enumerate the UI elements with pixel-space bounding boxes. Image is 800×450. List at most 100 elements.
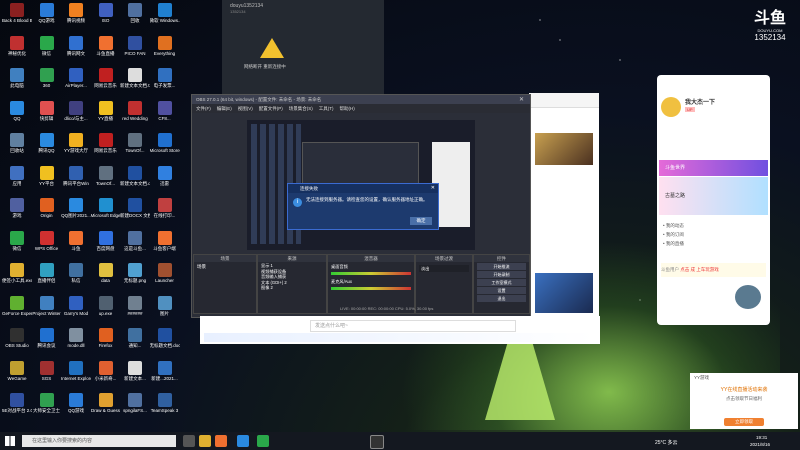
desktop-icon[interactable]: Back 4 Blood Beta <box>2 3 32 31</box>
desktop-icon[interactable]: 回收站 <box>2 133 32 161</box>
desktop-icon[interactable]: 私信 <box>61 263 91 291</box>
desktop-icon[interactable]: 5E对战平台 2.0 <box>2 393 32 421</box>
desktop-icon[interactable]: 微信 <box>2 230 32 259</box>
wechat-icon[interactable] <box>257 435 269 447</box>
desktop-icon[interactable]: AirPlayer... <box>61 68 91 96</box>
desktop-icon[interactable]: 通知... <box>120 328 150 356</box>
desktop-icon[interactable]: 网易云音乐 <box>91 68 121 96</box>
scene-item[interactable]: 场景 <box>194 262 256 272</box>
obs-menu-item[interactable]: 帮助(H) <box>340 106 355 111</box>
obs-menu-item[interactable]: 视图(V) <box>238 106 253 111</box>
desktop-icon[interactable]: 在线打印... <box>150 198 180 226</box>
desktop-icon[interactable]: 神秘优化 <box>2 35 32 64</box>
desktop-icon[interactable]: 无标题文档.docx <box>150 328 180 356</box>
desktop-icon[interactable]: 图片 <box>150 295 180 324</box>
desktop-icon[interactable]: 此电脑 <box>2 68 32 96</box>
desktop-icon[interactable]: QQ图片2021... <box>61 198 91 226</box>
obs-taskbar-icon[interactable] <box>370 435 384 449</box>
edge-icon[interactable] <box>237 435 249 447</box>
banner-1[interactable]: 斗鱼世界 <box>659 160 768 176</box>
desktop-icon[interactable]: CF8... <box>150 100 180 129</box>
desktop-icon[interactable]: dlico/与主... <box>61 100 91 129</box>
desktop-icon[interactable]: 腾讯会议 <box>32 328 62 356</box>
desktop-icon[interactable]: 微信 <box>32 35 62 64</box>
desktop-icon[interactable]: 直播伴侣 <box>32 263 62 291</box>
desktop-icon[interactable]: 新建...2021... <box>150 360 180 389</box>
obs-menu-item[interactable]: 场景集合(S) <box>289 106 313 111</box>
desktop-icon[interactable]: 微软 Windows... <box>150 3 180 31</box>
banner-2[interactable]: 古墓之路 <box>659 177 768 215</box>
desktop-icon[interactable]: ###### <box>120 295 150 324</box>
desktop-icon[interactable]: 新建DOCX 文档.docx <box>120 198 150 226</box>
desktop-icon[interactable]: 电子发票... <box>150 68 180 96</box>
desktop-icon[interactable]: QQ游戏 <box>32 3 62 31</box>
source-item[interactable]: 图像 2 <box>261 285 323 291</box>
start-button[interactable] <box>5 436 15 446</box>
desktop-icon[interactable]: 便签小工具.exe <box>2 263 32 291</box>
desktop-icon[interactable]: OBS Studio <box>2 328 32 356</box>
obs-menu-item[interactable]: 文件(F) <box>196 106 211 111</box>
desktop-icon[interactable]: 新建文本文档.txt <box>120 68 150 96</box>
desktop-icon[interactable]: Garry's Mod <box>61 295 91 324</box>
desktop-icon[interactable]: 腾讯视频 <box>61 3 91 31</box>
error-dialog-ok-button[interactable]: 确定 <box>410 217 432 225</box>
chat-input[interactable]: 发送点什么吧~ <box>310 320 516 332</box>
desktop-icon[interactable]: 回收 <box>120 3 150 31</box>
desktop-icon[interactable]: ISO <box>91 3 121 31</box>
desktop-icon[interactable]: Draw & Guess <box>91 393 121 421</box>
desktop-icon[interactable]: SGS <box>32 360 62 389</box>
desktop-icon[interactable]: 网易云音乐 <box>91 133 121 161</box>
desktop-icon[interactable]: YY平台 <box>32 165 62 194</box>
obs-close-button[interactable]: ✕ <box>519 96 527 103</box>
desktop-icon[interactable]: spngilaFS... <box>120 393 150 421</box>
right-panel-menu-item[interactable]: • 我的订阅 <box>663 230 684 239</box>
desktop-icon[interactable]: 新建文本... <box>120 360 150 389</box>
desktop-icon[interactable]: up.exe <box>91 295 121 324</box>
user-avatar[interactable] <box>661 97 681 117</box>
error-close-icon[interactable]: ✕ <box>431 185 435 191</box>
desktop-icon[interactable]: 迅雷 <box>150 165 180 194</box>
desktop-icon[interactable]: Microsoft Edge <box>91 198 121 226</box>
desktop-icon[interactable]: 斗鱼直播 <box>91 35 121 64</box>
file-explorer-icon[interactable] <box>199 435 211 447</box>
desktop-icon[interactable]: mode.dll <box>61 328 91 356</box>
desktop-icon[interactable]: Launcher <box>150 263 180 291</box>
desktop-icon[interactable]: TeamSpeak 3 <box>150 393 180 421</box>
desktop-icon[interactable]: 斗鱼客户端 <box>150 230 180 259</box>
taskbar-search-input[interactable]: 在这里输入你要搜索的内容 <box>22 435 176 447</box>
obs-control-button[interactable]: 开始录制 <box>477 271 526 278</box>
task-view-icon[interactable] <box>183 435 195 447</box>
obs-control-button[interactable]: 退出 <box>477 295 526 302</box>
desktop-icon[interactable]: 360 <box>32 68 62 96</box>
desktop-icon[interactable]: 这是斗鱼... <box>120 230 150 259</box>
weather[interactable]: 25°C 多云 <box>655 439 678 446</box>
desktop-icon[interactable]: WeGame <box>2 360 32 389</box>
desktop-icon[interactable]: 百度网盘 <box>91 230 121 259</box>
right-panel-menu-item[interactable]: • 我的动态 <box>663 221 684 230</box>
obs-control-button[interactable]: 设置 <box>477 287 526 294</box>
desktop-icon[interactable]: 小米新奇... <box>91 360 121 389</box>
desktop-icon[interactable]: QQ <box>2 100 32 129</box>
desktop-icon[interactable]: 斗鱼 <box>61 230 91 259</box>
desktop-icon[interactable]: 无标题.png <box>120 263 150 291</box>
obs-menu-item[interactable]: 工具(T) <box>319 106 334 111</box>
gift-avatar[interactable] <box>735 285 761 309</box>
desktop-icon[interactable]: 大师安全卫士 <box>32 393 62 421</box>
obs-control-button[interactable]: 工作室模式 <box>477 279 526 286</box>
right-panel-menu-item[interactable]: • 我的直播 <box>663 239 684 248</box>
desktop-icon[interactable]: Project Winter <box>32 295 62 324</box>
desktop-icon[interactable]: WPS Office <box>32 230 62 259</box>
desktop-icon[interactable]: Internet Explorer <box>61 360 91 389</box>
desktop-icon[interactable]: 腾讯平台Win <box>61 165 91 194</box>
transition-select[interactable]: 淡出 <box>419 265 469 272</box>
desktop-icon[interactable]: Microsoft Store <box>150 133 180 161</box>
obs-menu-item[interactable]: 配置文件(P) <box>259 106 283 111</box>
desktop-icon[interactable]: 游戏 <box>2 198 32 226</box>
desktop-icon[interactable]: 快剪辑 <box>32 100 62 129</box>
desktop-icon[interactable]: TownOf... <box>91 165 121 194</box>
desktop-icon[interactable]: YY游戏大厅 <box>61 133 91 161</box>
desktop-icon[interactable]: TownOf... <box>120 133 150 161</box>
obs-control-button[interactable]: 开始推流 <box>477 263 526 270</box>
notification-button[interactable]: 立即领取 <box>724 418 764 426</box>
desktop-icon[interactable]: 新建文本文档.docx <box>120 165 150 194</box>
